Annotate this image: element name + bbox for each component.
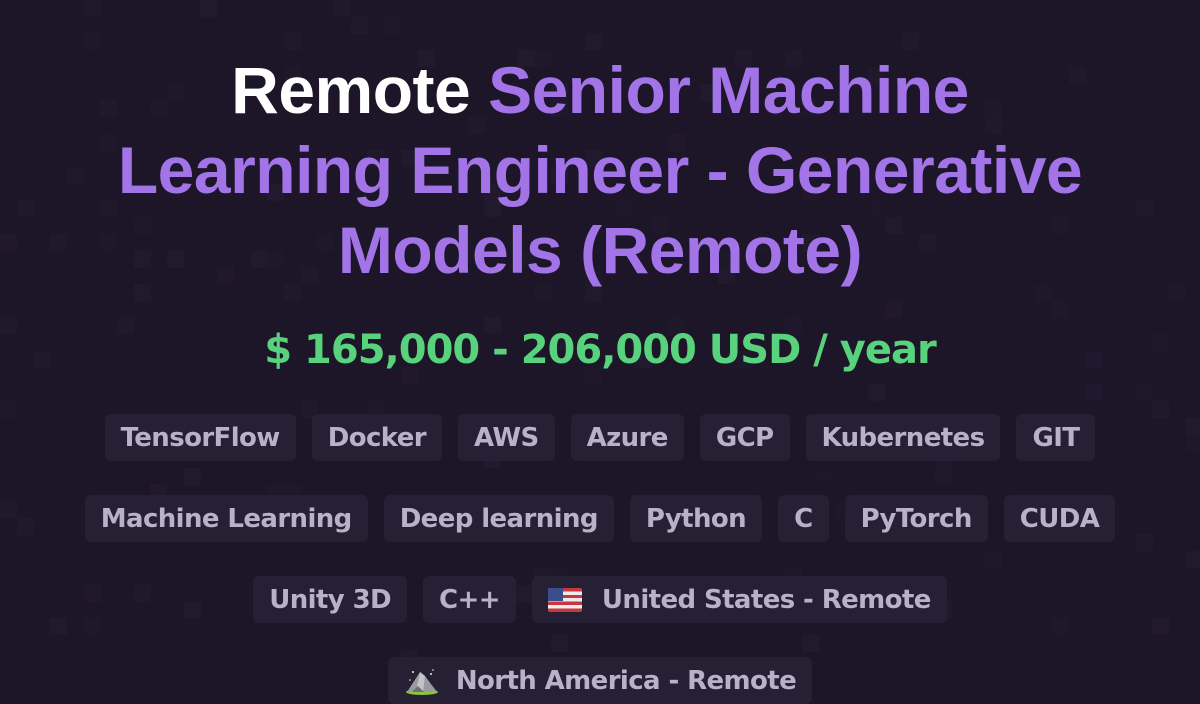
- salary-range: $ 165,000 - 206,000 USD / year: [264, 327, 936, 373]
- background-pixel: [50, 233, 68, 251]
- tag[interactable]: TensorFlow: [104, 414, 296, 461]
- tag[interactable]: Azure: [570, 414, 684, 461]
- us-flag-icon: [547, 587, 582, 612]
- background-pixel: [283, 33, 301, 51]
- background-pixel: [200, 0, 218, 17]
- tag[interactable]: AWS: [458, 414, 555, 461]
- tag[interactable]: Kubernetes: [805, 414, 1001, 461]
- background-pixel: [384, 16, 402, 34]
- tag[interactable]: C++: [423, 576, 516, 623]
- background-pixel: [1135, 200, 1153, 218]
- tag[interactable]: Docker: [311, 414, 443, 461]
- background-pixel: [868, 384, 886, 402]
- tag[interactable]: PyTorch: [844, 495, 988, 542]
- location-label: United States - Remote: [601, 584, 931, 615]
- location-label: North America - Remote: [455, 665, 797, 696]
- job-title-remote: Remote: [231, 53, 471, 127]
- background-pixel: [0, 233, 17, 251]
- location-tag-north-america[interactable]: North America - Remote: [387, 657, 813, 704]
- background-pixel: [1185, 551, 1200, 569]
- background-pixel: [350, 16, 368, 34]
- background-pixel: [1085, 384, 1103, 402]
- background-pixel: [1135, 384, 1153, 402]
- background-pixel: [901, 33, 919, 51]
- mountain-icon: [404, 666, 440, 696]
- background-pixel: [334, 0, 351, 17]
- background-pixel: [83, 0, 101, 17]
- background-pixel: [0, 501, 17, 518]
- background-pixel: [1052, 300, 1070, 318]
- job-title: Remote Senior Machine Learning Engineer …: [100, 50, 1100, 290]
- tag[interactable]: GIT: [1016, 414, 1096, 461]
- background-pixel: [0, 400, 17, 418]
- background-pixel: [1185, 417, 1200, 435]
- background-pixel: [885, 300, 903, 318]
- tag[interactable]: GCP: [699, 414, 790, 461]
- tag[interactable]: Machine Learning: [84, 495, 368, 542]
- tag[interactable]: C: [778, 495, 829, 542]
- location-tag-us[interactable]: United States - Remote: [531, 576, 947, 623]
- tag[interactable]: Unity 3D: [253, 576, 408, 623]
- background-pixel: [1185, 434, 1200, 452]
- tag[interactable]: Deep learning: [383, 495, 614, 542]
- tag-list: TensorFlow Docker AWS Azure GCP Kubernet…: [40, 414, 1160, 704]
- background-pixel: [584, 33, 602, 51]
- background-pixel: [16, 517, 34, 535]
- background-pixel: [1169, 283, 1186, 301]
- background-pixel: [83, 33, 101, 51]
- tag[interactable]: CUDA: [1003, 495, 1116, 542]
- background-pixel: [66, 167, 84, 184]
- tag[interactable]: Python: [629, 495, 763, 542]
- background-pixel: [16, 200, 34, 218]
